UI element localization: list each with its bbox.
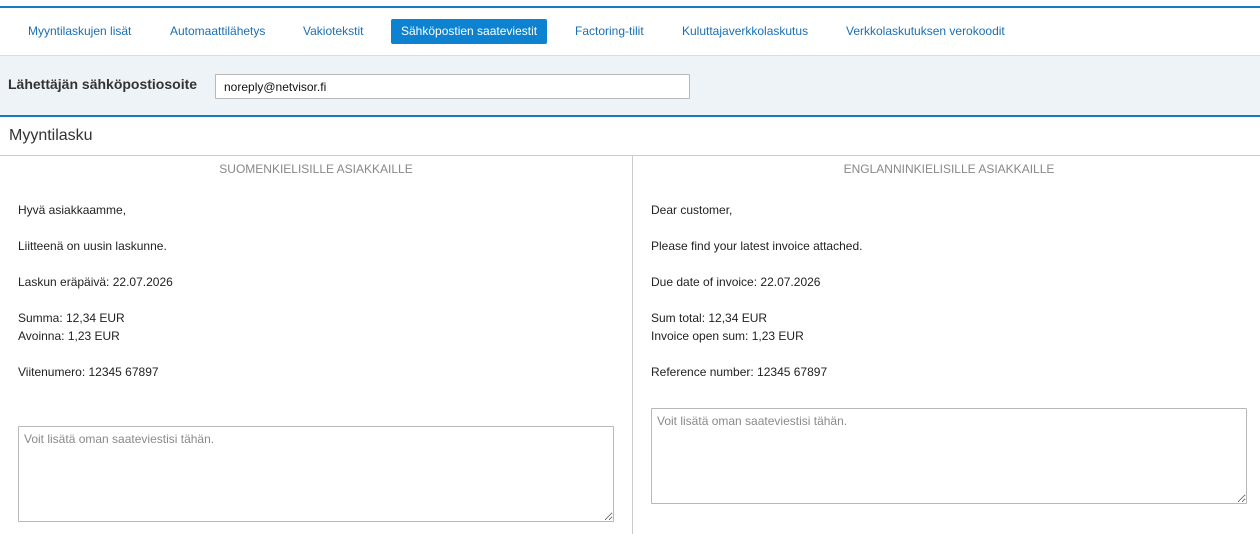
- tab-automaattilahetys[interactable]: Automaattilähetys: [160, 19, 275, 44]
- section-title: Myyntilasku: [9, 127, 93, 144]
- finnish-greeting: Hyvä asiakkaamme,: [18, 203, 127, 217]
- english-open-sum: Invoice open sum: 1,23 EUR: [651, 329, 804, 343]
- sender-email-label: Lähettäjän sähköpostiosoite: [8, 76, 198, 92]
- english-reference: Reference number: 12345 67897: [651, 365, 828, 379]
- finnish-open-sum: Avoinna: 1,23 EUR: [18, 329, 120, 343]
- english-due-date: Due date of invoice: 22.07.2026: [651, 275, 821, 289]
- section-divider: [0, 155, 1260, 156]
- finnish-column-heading: SUOMENKIELISILLE ASIAKKAILLE: [219, 162, 413, 176]
- tab-verkkolaskutuksen-verokoodit[interactable]: Verkkolaskutuksen verokoodit: [836, 19, 1015, 44]
- tab-factoring-tilit[interactable]: Factoring-tilit: [565, 19, 654, 44]
- finnish-attached-text: Liitteenä on uusin laskunne.: [18, 239, 167, 253]
- finnish-custom-message-input[interactable]: [18, 426, 614, 522]
- finnish-due-date: Laskun eräpäivä: 22.07.2026: [18, 275, 173, 289]
- english-custom-message-input[interactable]: [651, 408, 1247, 504]
- sender-email-row: Lähettäjän sähköpostiosoite: [0, 56, 1260, 117]
- settings-tabs: Myyntilaskujen lisät Automaattilähetys V…: [0, 8, 1260, 56]
- column-divider: [632, 156, 633, 534]
- tab-vakiotekstit[interactable]: Vakiotekstit: [293, 19, 373, 44]
- finnish-sum: Summa: 12,34 EUR: [18, 311, 125, 325]
- tab-sahkopostien-saateviestit[interactable]: Sähköpostien saateviestit: [391, 19, 548, 44]
- tab-myyntilaskujen-lisat[interactable]: Myyntilaskujen lisät: [18, 19, 141, 44]
- tab-kuluttajaverkkolaskutus[interactable]: Kuluttajaverkkolaskutus: [672, 19, 818, 44]
- sender-email-input[interactable]: [215, 74, 690, 99]
- english-column-heading: ENGLANNINKIELISILLE ASIAKKAILLE: [843, 162, 1055, 176]
- english-attached-text: Please find your latest invoice attached…: [651, 239, 863, 253]
- english-sum: Sum total: 12,34 EUR: [651, 311, 768, 325]
- finnish-reference: Viitenumero: 12345 67897: [18, 365, 159, 379]
- english-greeting: Dear customer,: [651, 203, 733, 217]
